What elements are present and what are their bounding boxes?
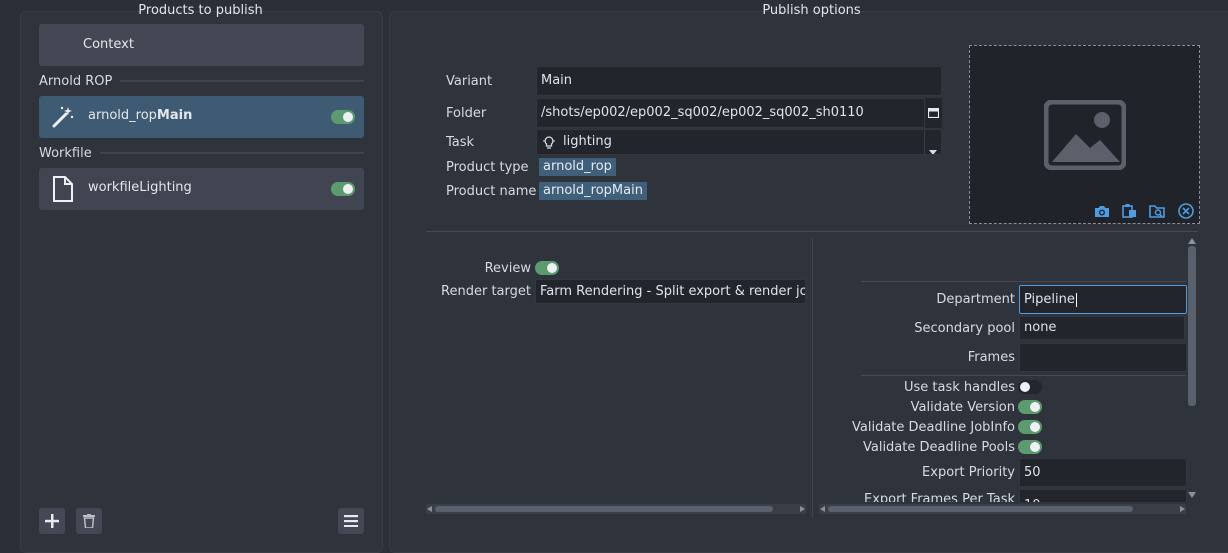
group-divider [100, 152, 364, 154]
product-item-label: workfileLighting [88, 180, 192, 195]
export-priority-input[interactable]: 50 [1019, 458, 1187, 487]
review-toggle[interactable] [535, 261, 559, 275]
delete-product-button[interactable] [76, 508, 102, 534]
clear-icon[interactable] [1178, 203, 1194, 223]
attributes-divider [426, 231, 1198, 232]
export-frames-per-task-input[interactable]: 10 [1019, 489, 1187, 502]
dropdown-divider [924, 130, 925, 154]
product-name-value: arnold_ropMain [539, 182, 647, 200]
column-divider [812, 238, 813, 518]
folder-browse-button[interactable] [925, 98, 942, 128]
validate-version-toggle[interactable] [1018, 400, 1042, 414]
use-task-handles-toggle[interactable] [1018, 380, 1042, 394]
frames-input[interactable] [1019, 343, 1187, 372]
variant-input[interactable]: Main [536, 66, 942, 96]
lightbulb-icon [543, 135, 555, 154]
frames-label: Frames [967, 350, 1015, 365]
hamburger-icon [344, 515, 358, 531]
camera-icon[interactable] [1094, 204, 1110, 222]
task-label: Task [446, 135, 475, 150]
department-input[interactable]: Pipeline [1019, 285, 1187, 314]
menu-button[interactable] [338, 508, 364, 534]
scroll-thumb[interactable] [828, 506, 1133, 512]
product-item-workfile-lighting[interactable]: workfileLighting [39, 168, 364, 210]
review-label: Review [484, 261, 531, 276]
context-button[interactable]: Context [39, 24, 364, 66]
vertical-scrollbar[interactable] [1188, 238, 1197, 502]
paste-icon[interactable] [1122, 203, 1137, 222]
publish-options-title: Publish options [762, 3, 861, 18]
secondary-pool-label: Secondary pool [914, 321, 1015, 336]
image-placeholder-icon [1043, 99, 1127, 174]
validate-jobinfo-toggle[interactable] [1018, 420, 1042, 434]
right-horizontal-scrollbar[interactable] [819, 504, 1186, 514]
product-item-label: arnold_ropMain [88, 108, 193, 123]
group-divider [120, 80, 364, 82]
export-frames-per-task-label: Export Frames Per Task [863, 492, 1015, 502]
left-horizontal-scrollbar[interactable] [426, 504, 806, 514]
context-label: Context [83, 37, 134, 52]
product-type-value: arnold_rop [539, 158, 616, 176]
product-type-label: Product type [446, 160, 529, 175]
variant-label: Variant [446, 74, 493, 89]
thumbnail-dropzone[interactable] [969, 45, 1200, 224]
secondary-pool-dropdown[interactable]: none [1019, 316, 1185, 340]
task-dropdown[interactable]: lighting [536, 129, 942, 155]
product-enabled-toggle[interactable] [331, 182, 355, 196]
department-label: Department [936, 292, 1015, 307]
product-item-arnold-rop-main[interactable]: arnold_ropMain [39, 96, 364, 138]
trash-icon [83, 514, 95, 532]
section-divider [861, 375, 1186, 376]
validate-jobinfo-label: Validate Deadline JobInfo [852, 420, 1015, 435]
group-label-workfile: Workfile [39, 146, 92, 161]
scroll-down-arrow[interactable] [1188, 492, 1196, 498]
validate-pools-toggle[interactable] [1018, 440, 1042, 454]
use-task-handles-label: Use task handles [904, 380, 1015, 395]
plus-icon [45, 514, 59, 532]
task-value: lighting [563, 134, 612, 149]
render-target-label: Render target [441, 284, 531, 299]
scroll-left-arrow[interactable] [820, 506, 825, 512]
render-target-dropdown[interactable]: Farm Rendering - Split export & render j… [535, 279, 806, 304]
validate-pools-label: Validate Deadline Pools [862, 440, 1015, 455]
clipped-row: Export Frames Per Task 10 [820, 489, 1187, 502]
chevron-down-icon [929, 140, 937, 154]
add-product-button[interactable] [39, 508, 65, 534]
scroll-right-arrow[interactable] [1180, 506, 1185, 512]
browse-icon[interactable] [1149, 203, 1166, 222]
window-icon [927, 107, 940, 122]
product-enabled-toggle[interactable] [331, 110, 355, 124]
text-cursor [1075, 292, 1077, 307]
scroll-left-arrow[interactable] [427, 506, 432, 512]
folder-input[interactable]: /shots/ep002/ep002_sq002/ep002_sq002_sh0… [536, 98, 925, 128]
file-icon [52, 176, 74, 206]
product-name-label: Product name [446, 184, 537, 199]
section-divider [861, 281, 1186, 282]
group-label-arnold-rop: Arnold ROP [39, 74, 113, 89]
folder-label: Folder [446, 106, 487, 121]
products-panel-title: Products to publish [138, 3, 263, 18]
export-priority-label: Export Priority [922, 465, 1015, 480]
scroll-thumb[interactable] [435, 506, 773, 512]
scroll-right-arrow[interactable] [800, 506, 805, 512]
magic-wand-icon [51, 105, 75, 133]
scroll-up-arrow[interactable] [1188, 238, 1196, 244]
scroll-thumb[interactable] [1188, 246, 1196, 406]
products-panel [20, 11, 383, 553]
validate-version-label: Validate Version [910, 400, 1015, 415]
